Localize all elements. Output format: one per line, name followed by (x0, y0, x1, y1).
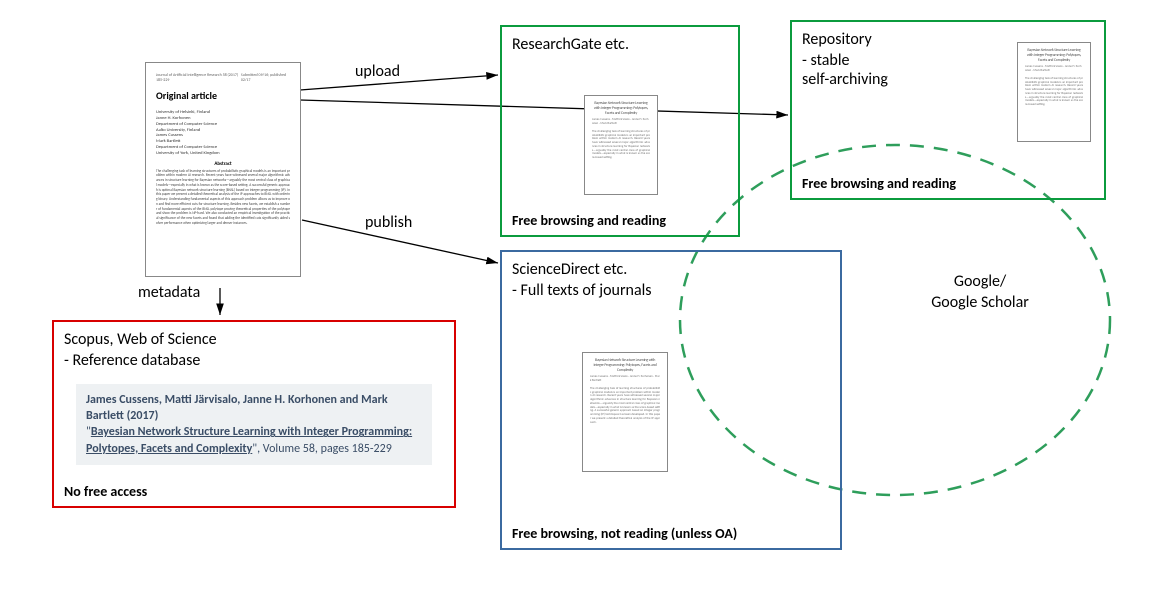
scopus-title: Scopus, Web of Science (64, 330, 444, 349)
page-authors: University of Helsinki, Finland Janne H.… (156, 110, 290, 157)
researchgate-title: ResearchGate etc. (512, 35, 728, 54)
abstract-body: The challenging task of learning structu… (156, 169, 290, 226)
researchgate-box: ResearchGate etc. Bayesian Network Struc… (500, 25, 740, 237)
page-header-right: Submitted 09/16; published 02/17 (241, 73, 290, 83)
scopus-subtitle: - Reference database (64, 351, 444, 370)
sciencedirect-box: ScienceDirect etc. - Full texts of journ… (500, 250, 842, 550)
repository-caption: Free browsing and reading (802, 175, 956, 192)
google-line2: Google Scholar (910, 293, 1050, 314)
scopus-reference: James Cussens, Matti Järvisalo, Janne H.… (76, 384, 432, 465)
original-article-box: Journal of Artificial Intelligence Resea… (145, 62, 301, 277)
repository-box: Repository - stable self-archiving Bayes… (790, 20, 1106, 200)
sciencedirect-title: ScienceDirect etc. (512, 260, 830, 279)
sciencedirect-subtitle: - Full texts of journals (512, 281, 830, 300)
scopus-caption: No free access (64, 483, 147, 500)
sciencedirect-thumbnail: Bayesian Network Structure Learning with… (582, 352, 668, 472)
google-label: Google/ Google Scholar (910, 272, 1050, 314)
researchgate-thumbnail: Bayesian Network Structure Learning with… (584, 95, 658, 195)
ref-suffix: , Volume 58, pages 185-229 (257, 442, 392, 456)
label-upload: upload (355, 62, 400, 81)
repository-thumbnail: Bayesian Network Structure Learning with… (1017, 42, 1091, 142)
label-metadata: metadata (138, 283, 200, 302)
diagram-stage: upload publish metadata Journal of Artif… (0, 0, 1160, 606)
label-publish: publish (365, 213, 412, 232)
original-article-label: Original article (156, 89, 290, 102)
scopus-box: Scopus, Web of Science - Reference datab… (52, 320, 456, 508)
sciencedirect-caption: Free browsing, not reading (unless OA) (512, 525, 737, 542)
ref-authors: James Cussens, Matti Järvisalo, Janne H.… (86, 393, 388, 423)
researchgate-caption: Free browsing and reading (512, 212, 666, 229)
google-line1: Google/ (910, 272, 1050, 293)
abstract-heading: Abstract (156, 161, 290, 167)
page-header-left: Journal of Artificial Intelligence Resea… (156, 73, 241, 83)
